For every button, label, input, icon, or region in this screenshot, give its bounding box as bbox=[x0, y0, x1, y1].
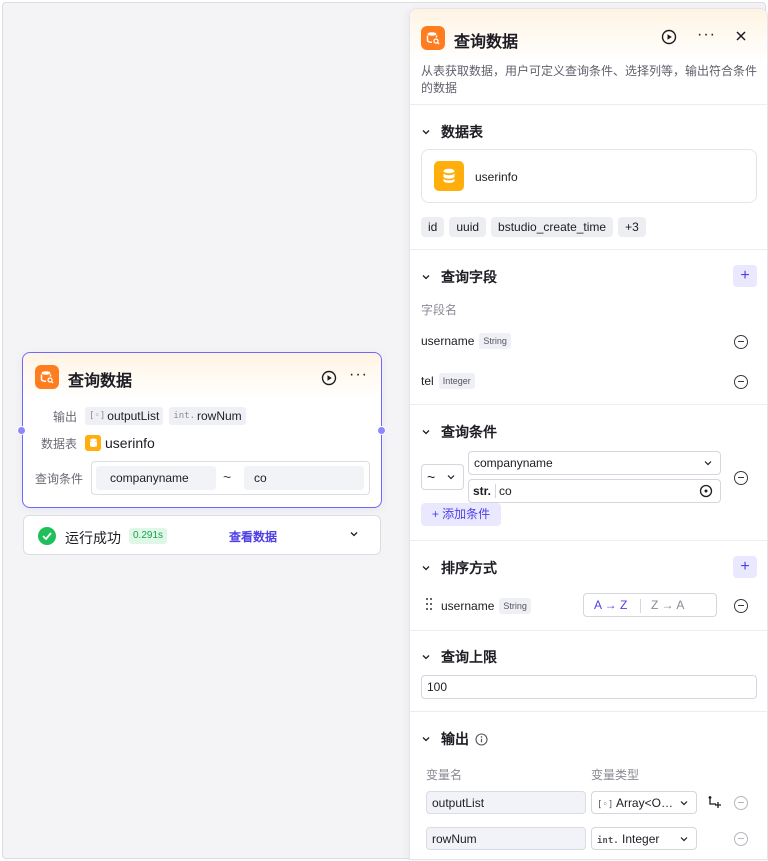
value-type-label: str. bbox=[473, 484, 497, 498]
section-toggle-output[interactable]: 输出 bbox=[421, 729, 488, 749]
column-chip: bstudio_create_time bbox=[491, 217, 614, 237]
section-toggle-sort[interactable]: 排序方式 bbox=[421, 558, 497, 578]
output-label: 输出 bbox=[52, 409, 77, 424]
condition-field: companyname bbox=[96, 466, 216, 490]
chevron-down-icon bbox=[679, 798, 689, 808]
section-output: 输出 变量名 变量类型 outputList [◦] Array<O… rowN… bbox=[410, 712, 767, 859]
condition-operator: ~ bbox=[223, 469, 232, 485]
sort-direction-toggle[interactable]: A → Z Z → A bbox=[583, 593, 717, 617]
chevron-down-icon[interactable] bbox=[348, 528, 360, 543]
section-sort: 排序方式 + username String A → Z Z → A bbox=[410, 541, 767, 631]
output-tag-rowNum: int. rowNum bbox=[169, 407, 246, 425]
more-icon[interactable]: ··· bbox=[697, 27, 716, 43]
view-data-link[interactable]: 查看数据 bbox=[229, 528, 277, 545]
chevron-down-icon bbox=[421, 734, 431, 744]
sort-desc-option[interactable]: Z → A bbox=[651, 598, 684, 612]
add-condition-button[interactable]: + 添加条件 bbox=[421, 503, 501, 526]
run-time-badge: 0.291s bbox=[129, 528, 168, 544]
condition-label: 查询条件 bbox=[34, 471, 83, 486]
node-table-row: 数据表 userinfo bbox=[23, 432, 381, 454]
drag-handle-icon[interactable] bbox=[425, 597, 433, 614]
var-type-header: 变量类型 bbox=[591, 768, 640, 782]
database-icon bbox=[85, 435, 101, 451]
query-data-node[interactable]: 查询数据 ··· 输出 [◦] outputList int. rowNum 数据表… bbox=[17, 352, 386, 508]
output-var-name-input[interactable]: rowNum bbox=[426, 827, 586, 850]
info-icon[interactable] bbox=[475, 732, 488, 746]
field-row: username String bbox=[421, 333, 511, 349]
node-condition-box: companyname ~ co bbox=[91, 461, 370, 495]
condition-value: co bbox=[244, 466, 364, 490]
selected-table-card[interactable]: userinfo bbox=[421, 149, 757, 203]
remove-output-icon[interactable] bbox=[734, 832, 748, 846]
section-toggle-data-table[interactable]: 数据表 bbox=[421, 122, 483, 142]
field-row: tel Integer bbox=[421, 373, 475, 389]
chevron-down-icon bbox=[421, 652, 431, 662]
sort-asc-option[interactable]: A → Z bbox=[594, 598, 627, 612]
remove-field-icon[interactable] bbox=[734, 335, 748, 349]
panel-title: 查询数据 bbox=[454, 34, 519, 51]
sort-field-row: username String bbox=[441, 598, 531, 614]
output-var-name-input[interactable]: outputList bbox=[426, 791, 586, 814]
node-config-panel: 查询数据 ··· 从表获取数据，用户可定义查询条件、选择列等，输出符合条件的数据… bbox=[409, 8, 768, 860]
table-columns: id uuid bstudio_create_time +3 bbox=[421, 217, 651, 237]
add-sort-button[interactable]: + bbox=[733, 556, 757, 578]
chevron-down-icon bbox=[421, 563, 431, 573]
section-toggle-query-fields[interactable]: 查询字段 bbox=[421, 267, 497, 287]
query-limit-input[interactable]: 100 bbox=[421, 675, 757, 699]
operator-select[interactable]: ~ bbox=[421, 464, 464, 490]
status-text: 运行成功 bbox=[65, 530, 121, 546]
run-icon[interactable] bbox=[661, 29, 677, 48]
node-condition-row: 查询条件 bbox=[23, 467, 91, 489]
condition-value-input[interactable]: str. co bbox=[468, 479, 721, 503]
chevron-down-icon bbox=[421, 427, 431, 437]
add-child-field-icon[interactable] bbox=[707, 795, 722, 813]
column-chip: id bbox=[421, 217, 445, 237]
database-icon bbox=[434, 161, 464, 191]
chevron-down-icon bbox=[703, 458, 713, 468]
remove-field-icon[interactable] bbox=[734, 375, 748, 389]
column-chip: uuid bbox=[449, 217, 487, 237]
more-icon[interactable]: ··· bbox=[349, 367, 368, 383]
remove-condition-icon[interactable] bbox=[734, 471, 748, 485]
panel-header: 查询数据 ··· 从表获取数据，用户可定义查询条件、选择列等，输出符合条件的数据 bbox=[410, 9, 767, 105]
run-icon[interactable] bbox=[321, 370, 337, 386]
chevron-down-icon bbox=[421, 272, 431, 282]
run-status-bar: 运行成功 0.291s 查看数据 bbox=[23, 515, 381, 555]
more-columns-chip[interactable]: +3 bbox=[618, 217, 646, 237]
section-toggle-query-limit[interactable]: 查询上限 bbox=[421, 647, 497, 667]
node-header: 查询数据 ··· bbox=[23, 353, 381, 399]
output-var-type-select[interactable]: [◦] Array<O… bbox=[591, 791, 697, 814]
close-icon[interactable] bbox=[734, 29, 748, 46]
node-title: 查询数据 bbox=[68, 373, 133, 390]
field-name-header: 字段名 bbox=[421, 303, 458, 317]
chevron-down-icon bbox=[421, 127, 431, 137]
section-toggle-query-conditions[interactable]: 查询条件 bbox=[421, 422, 497, 442]
add-field-button[interactable]: + bbox=[733, 265, 757, 287]
condition-field-select[interactable]: companyname bbox=[468, 451, 721, 475]
chevron-down-icon bbox=[446, 472, 456, 482]
table-name: userinfo bbox=[475, 170, 518, 184]
success-check-icon bbox=[38, 527, 56, 545]
node-output-row: 输出 [◦] outputList int. rowNum bbox=[23, 405, 381, 427]
variable-target-icon[interactable] bbox=[699, 484, 713, 498]
table-label: 数据表 bbox=[40, 436, 77, 451]
workflow-canvas[interactable]: 查询数据 ··· 输出 [◦] outputList int. rowNum 数据表… bbox=[2, 2, 768, 860]
output-tag-outputList: [◦] outputList bbox=[85, 407, 164, 425]
database-search-icon bbox=[35, 365, 59, 389]
output-var-type-select[interactable]: int. Integer bbox=[591, 827, 697, 850]
database-search-icon bbox=[421, 26, 445, 50]
section-query-fields: 查询字段 + 字段名 username String tel Integer bbox=[410, 250, 767, 405]
section-query-conditions: 查询条件 ~ companyname str. co + 添加条件 bbox=[410, 405, 767, 541]
remove-sort-icon[interactable] bbox=[734, 599, 748, 613]
section-query-limit: 查询上限 100 bbox=[410, 631, 767, 712]
node-table-name: userinfo bbox=[105, 435, 155, 451]
section-data-table: 数据表 userinfo id uuid bstudio_create_time… bbox=[410, 105, 767, 250]
panel-description: 从表获取数据，用户可定义查询条件、选择列等，输出符合条件的数据 bbox=[421, 64, 758, 95]
chevron-down-icon bbox=[679, 834, 689, 844]
remove-output-icon[interactable] bbox=[734, 796, 748, 810]
var-name-header: 变量名 bbox=[426, 768, 463, 782]
